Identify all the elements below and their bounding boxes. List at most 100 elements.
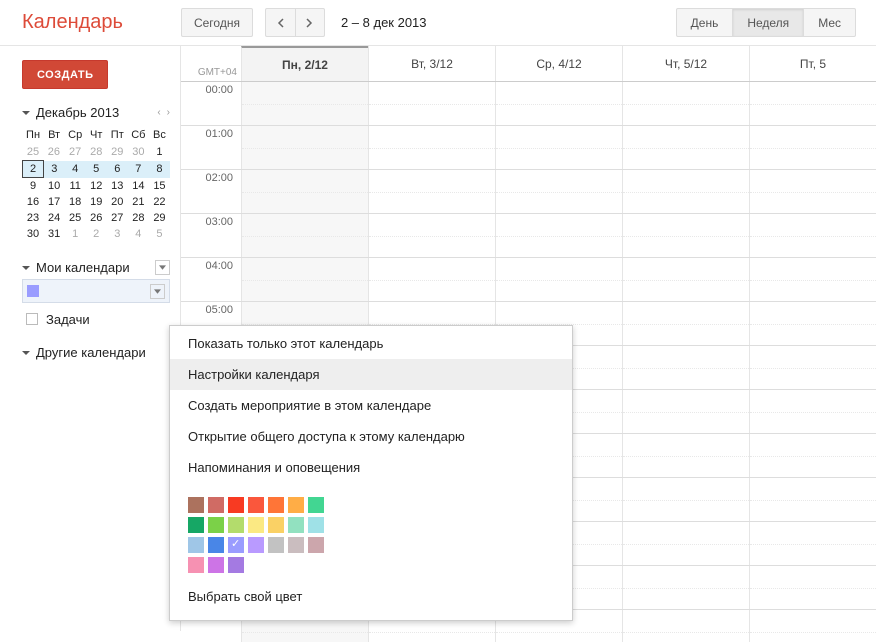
color-swatch[interactable] — [268, 537, 284, 553]
grid-cell[interactable] — [622, 258, 749, 301]
collapse-icon[interactable] — [22, 111, 30, 115]
color-swatch[interactable] — [228, 557, 244, 573]
color-swatch[interactable] — [308, 497, 324, 513]
minical-day[interactable]: 19 — [86, 194, 107, 210]
grid-cell[interactable] — [749, 566, 876, 609]
minical-day[interactable]: 11 — [65, 178, 86, 195]
grid-cell[interactable] — [749, 214, 876, 257]
grid-cell[interactable] — [749, 82, 876, 125]
grid-cell[interactable] — [622, 522, 749, 565]
minical-day[interactable]: 7 — [128, 161, 149, 178]
grid-cell[interactable] — [495, 126, 622, 169]
minical-day[interactable]: 29 — [149, 210, 170, 226]
grid-cell[interactable] — [368, 258, 495, 301]
minical-day[interactable]: 4 — [65, 161, 86, 178]
minical-day[interactable]: 17 — [44, 194, 65, 210]
grid-cell[interactable] — [749, 610, 876, 642]
minical-day[interactable]: 21 — [128, 194, 149, 210]
grid-cell[interactable] — [368, 214, 495, 257]
grid-cell[interactable] — [495, 170, 622, 213]
minical-day[interactable]: 26 — [86, 210, 107, 226]
minical-day[interactable]: 13 — [107, 178, 128, 195]
my-calendars-menu-button[interactable] — [155, 260, 170, 275]
day-header[interactable]: Ср, 4/12 — [495, 46, 622, 81]
color-swatch[interactable] — [188, 497, 204, 513]
minical-day[interactable]: 18 — [65, 194, 86, 210]
grid-cell[interactable] — [749, 390, 876, 433]
minical-day[interactable]: 29 — [107, 144, 128, 161]
grid-cell[interactable] — [749, 170, 876, 213]
minical-day[interactable]: 10 — [44, 178, 65, 195]
tasks-checkbox[interactable] — [26, 313, 38, 325]
minical-day[interactable]: 1 — [149, 144, 170, 161]
minical-day[interactable]: 12 — [86, 178, 107, 195]
color-swatch[interactable] — [228, 497, 244, 513]
grid-cell[interactable] — [749, 522, 876, 565]
grid-cell[interactable] — [622, 170, 749, 213]
color-swatch[interactable] — [228, 537, 244, 553]
view-day-button[interactable]: День — [676, 8, 733, 37]
day-header[interactable]: Пн, 2/12 — [241, 46, 368, 81]
minical-day[interactable]: 3 — [107, 226, 128, 242]
grid-cell[interactable] — [622, 390, 749, 433]
view-month-button[interactable]: Мес — [803, 8, 856, 37]
context-menu-item[interactable]: Открытие общего доступа к этому календар… — [170, 421, 572, 452]
minical-day[interactable]: 15 — [149, 178, 170, 195]
grid-cell[interactable] — [241, 258, 368, 301]
color-swatch[interactable] — [208, 517, 224, 533]
color-swatch[interactable] — [188, 537, 204, 553]
context-menu-item[interactable]: Настройки календаря — [170, 359, 572, 390]
minical-day[interactable]: 14 — [128, 178, 149, 195]
color-swatch[interactable] — [288, 497, 304, 513]
grid-cell[interactable] — [749, 258, 876, 301]
color-swatch[interactable] — [288, 517, 304, 533]
grid-cell[interactable] — [495, 214, 622, 257]
grid-cell[interactable] — [241, 214, 368, 257]
grid-cell[interactable] — [622, 346, 749, 389]
minical-day[interactable]: 23 — [23, 210, 44, 226]
grid-cell[interactable] — [749, 126, 876, 169]
day-header[interactable]: Вт, 3/12 — [368, 46, 495, 81]
minical-day[interactable]: 22 — [149, 194, 170, 210]
minical-day[interactable]: 20 — [107, 194, 128, 210]
context-menu-item[interactable]: Показать только этот календарь — [170, 328, 572, 359]
grid-cell[interactable] — [241, 170, 368, 213]
prev-button[interactable] — [265, 8, 295, 37]
grid-cell[interactable] — [749, 302, 876, 345]
grid-cell[interactable] — [622, 434, 749, 477]
app-logo[interactable]: Календарь — [22, 11, 123, 34]
grid-cell[interactable] — [622, 82, 749, 125]
minical-prev[interactable]: ‹ — [157, 107, 160, 118]
calendar-entry-menu-button[interactable] — [150, 284, 165, 299]
context-menu-item[interactable]: Создать мероприятие в этом календаре — [170, 390, 572, 421]
color-swatch[interactable] — [248, 537, 264, 553]
minical-day[interactable]: 8 — [149, 161, 170, 178]
minical-day[interactable]: 25 — [23, 144, 44, 161]
color-swatch[interactable] — [268, 497, 284, 513]
grid-cell[interactable] — [749, 346, 876, 389]
grid-cell[interactable] — [368, 82, 495, 125]
minical-day[interactable]: 27 — [107, 210, 128, 226]
day-header[interactable]: Пт, 5 — [749, 46, 876, 81]
grid-cell[interactable] — [622, 126, 749, 169]
color-swatch[interactable] — [248, 517, 264, 533]
minical-day[interactable]: 30 — [23, 226, 44, 242]
collapse-icon[interactable] — [22, 266, 30, 270]
minical-day[interactable]: 16 — [23, 194, 44, 210]
color-swatch[interactable] — [308, 537, 324, 553]
minical-day[interactable]: 31 — [44, 226, 65, 242]
minical-day[interactable]: 28 — [128, 210, 149, 226]
color-swatch[interactable] — [308, 517, 324, 533]
grid-cell[interactable] — [368, 170, 495, 213]
collapse-icon[interactable] — [22, 351, 30, 355]
color-swatch[interactable] — [208, 497, 224, 513]
minical-day[interactable]: 6 — [107, 161, 128, 178]
create-button[interactable]: СОЗДАТЬ — [22, 60, 108, 89]
minical-day[interactable]: 9 — [23, 178, 44, 195]
color-swatch[interactable] — [288, 537, 304, 553]
grid-cell[interactable] — [749, 434, 876, 477]
grid-cell[interactable] — [622, 478, 749, 521]
minical-day[interactable]: 5 — [86, 161, 107, 178]
minical-day[interactable]: 1 — [65, 226, 86, 242]
minical-day[interactable]: 4 — [128, 226, 149, 242]
